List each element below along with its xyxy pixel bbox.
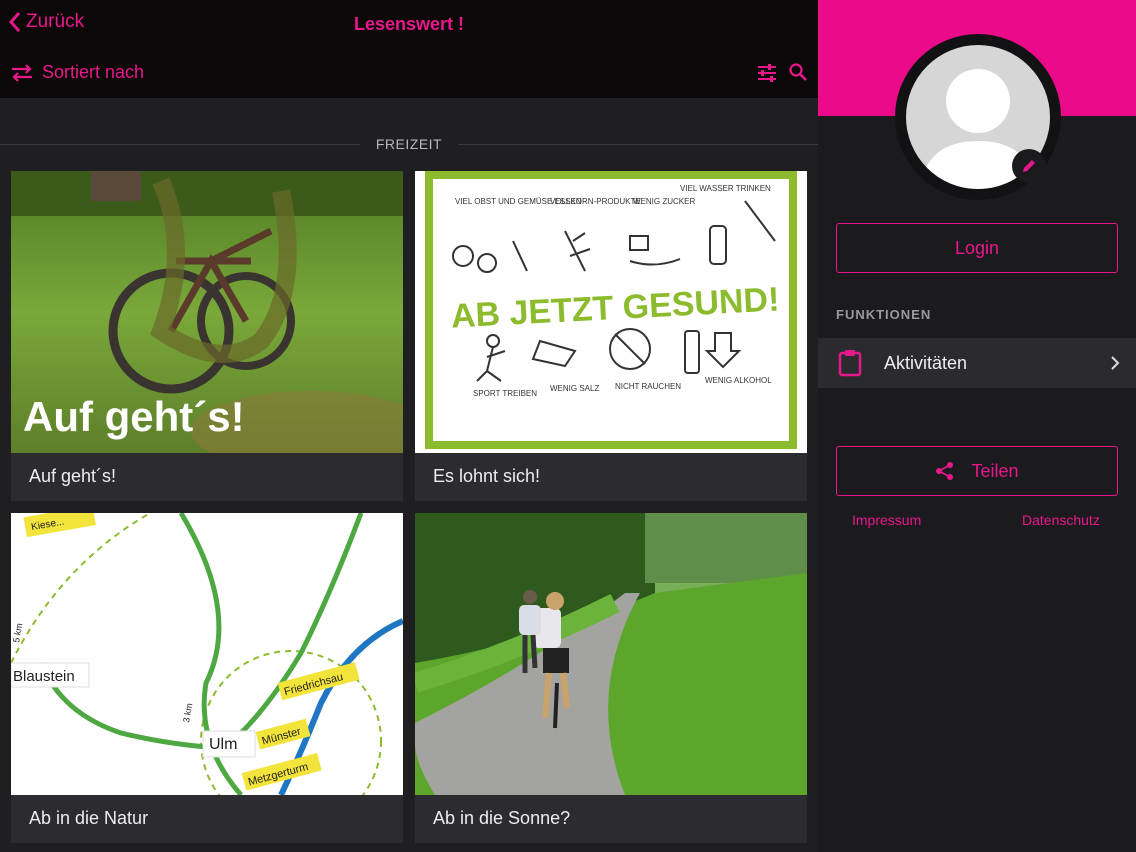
poster-text: VIEL WASSER TRINKEN — [680, 184, 771, 193]
sort-label: Sortiert nach — [42, 62, 145, 82]
login-button[interactable]: Login — [836, 223, 1118, 273]
card-caption: Ab in die Sonne? — [433, 808, 571, 828]
poster-text: WENIG SALZ — [550, 384, 599, 393]
share-button[interactable]: Teilen — [836, 446, 1118, 496]
search-icon — [789, 63, 807, 81]
article-card[interactable]: Ab in die Sonne? — [415, 513, 807, 843]
chevron-right-icon — [1110, 355, 1120, 371]
share-label: Teilen — [971, 460, 1019, 481]
card-image-poster: VIEL OBST UND GEMÜSE ESSEN VOLLKORN-PROD… — [415, 171, 807, 453]
clipboard-icon — [838, 349, 862, 377]
article-card[interactable]: Auf geht´s! Auf geht´s! — [11, 171, 403, 501]
article-card[interactable]: VIEL OBST UND GEMÜSE ESSEN VOLLKORN-PROD… — [415, 171, 807, 501]
toolbar-tools — [756, 62, 808, 84]
section-header: FREIZEIT — [0, 134, 818, 154]
menu-item-activities[interactable]: Aktivitäten — [818, 338, 1136, 388]
card-caption: Ab in die Natur — [29, 808, 149, 828]
divider — [458, 144, 818, 145]
sort-button[interactable]: Sortiert nach — [10, 62, 144, 83]
impressum-link[interactable]: Impressum — [852, 512, 921, 528]
card-image-bike: Auf geht´s! — [11, 171, 403, 453]
article-card[interactable]: Blaustein Ulm Friedrichsau Münster Metzg… — [11, 513, 403, 843]
app: Zurück Lesenswert ! Sortiert nach FREIZE… — [0, 0, 1136, 852]
poster-text: WENIG ALKOHOL — [705, 376, 772, 385]
card-image-map: Blaustein Ulm Friedrichsau Münster Metzg… — [11, 513, 403, 795]
menu-item-label: Aktivitäten — [884, 352, 968, 373]
share-icon — [936, 462, 954, 480]
section-label: FREIZEIT — [375, 136, 443, 152]
map-label: Blaustein — [13, 668, 75, 685]
top-bar: Zurück Lesenswert ! Sortiert nach — [0, 0, 818, 98]
search-button[interactable] — [788, 62, 808, 84]
edit-avatar-button[interactable] — [1012, 149, 1046, 183]
sliders-icon — [758, 64, 776, 82]
pencil-icon — [1023, 160, 1035, 172]
datenschutz-link[interactable]: Datenschutz — [1022, 512, 1100, 528]
poster-text: SPORT TREIBEN — [473, 389, 537, 398]
map-label: Ulm — [209, 736, 237, 753]
page-title: Lesenswert ! — [353, 14, 465, 34]
main-area: Zurück Lesenswert ! Sortiert nach FREIZE… — [0, 0, 818, 852]
card-overlay-text: Auf geht´s! — [23, 393, 245, 440]
swap-arrows-icon — [12, 63, 32, 82]
card-caption: Auf geht´s! — [29, 466, 117, 486]
poster-text: VOLLKORN-PRODUKTE — [550, 197, 641, 206]
poster-text: NICHT RAUCHEN — [615, 382, 681, 391]
poster-text: WENIG ZUCKER — [633, 197, 695, 206]
functions-heading: FUNKTIONEN — [836, 307, 932, 322]
filter-button[interactable] — [756, 62, 778, 84]
divider — [0, 144, 360, 145]
card-image-cyclists — [415, 513, 807, 795]
side-panel: Login FUNKTIONEN Aktivitäten Teilen Impr… — [818, 0, 1136, 852]
card-caption: Es lohnt sich! — [433, 466, 541, 486]
